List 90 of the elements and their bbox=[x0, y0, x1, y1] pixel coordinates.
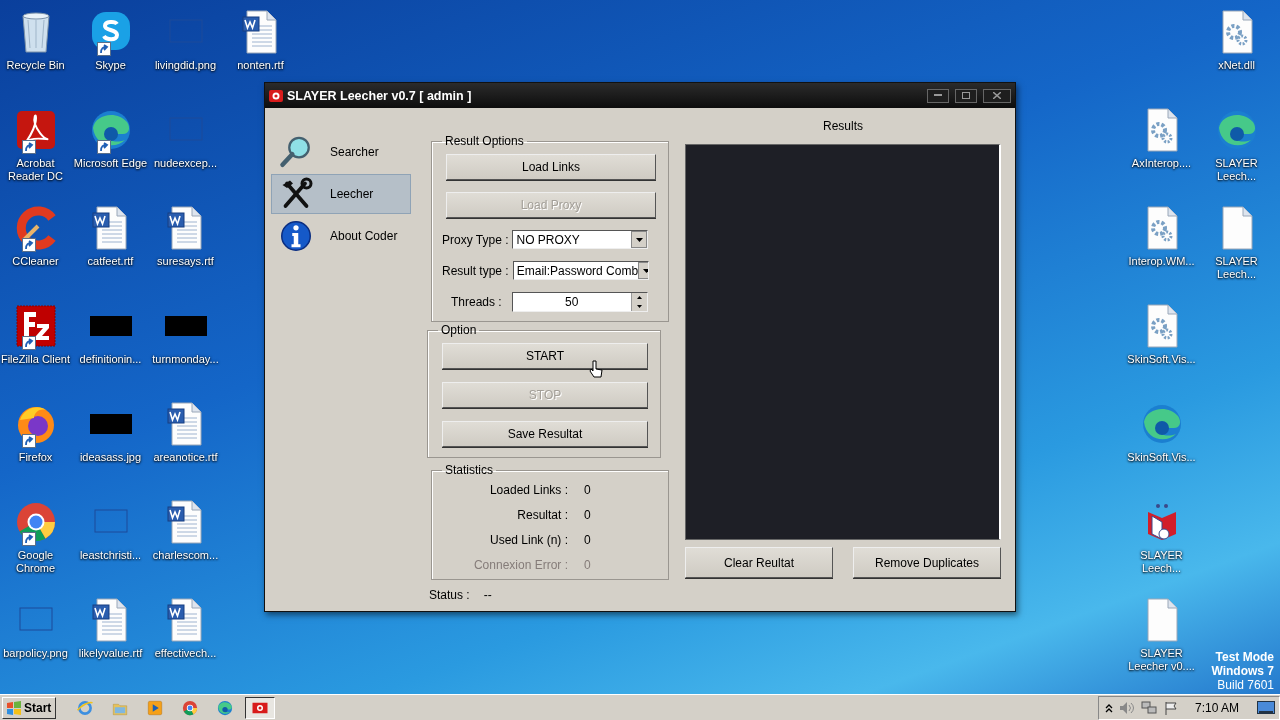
shortcut-arrow-icon bbox=[96, 42, 111, 56]
group-title: Result Options bbox=[444, 134, 525, 148]
desktop-icon-label[interactable]: nonten.rtf bbox=[237, 59, 284, 72]
os-notice-text: Windows 7 bbox=[1211, 664, 1274, 678]
shortcut-arrow-icon bbox=[21, 336, 36, 350]
desktop-icon-label[interactable]: suresays.rtf bbox=[157, 255, 214, 268]
shortcut-arrow-icon bbox=[96, 140, 111, 154]
browser-icon bbox=[216, 698, 235, 717]
minimize-icon bbox=[934, 94, 942, 97]
group-title: Option bbox=[440, 323, 478, 337]
desktop-icon-label[interactable]: Skype bbox=[95, 59, 126, 72]
group-title: Statistics bbox=[444, 463, 494, 477]
media-player-icon bbox=[146, 698, 165, 717]
number-field[interactable]: 50 bbox=[511, 292, 648, 312]
field-label: Result type : bbox=[442, 263, 509, 278]
browser-icon bbox=[181, 698, 200, 717]
stat-label: Connexion Error : bbox=[472, 557, 568, 572]
results-title: Results bbox=[822, 118, 864, 135]
dropdown[interactable]: NO PROXY bbox=[512, 230, 649, 249]
desktop-icon-label[interactable]: AxInterop.... bbox=[1131, 157, 1192, 170]
spin-up-icon[interactable] bbox=[636, 296, 642, 299]
desktop-icon-label[interactable]: charlescom... bbox=[152, 549, 219, 562]
stat-label: Resultat : bbox=[516, 507, 568, 522]
stat-label: Used Link (n) : bbox=[488, 532, 568, 547]
nav-item[interactable]: Leecher bbox=[271, 174, 411, 214]
shortcut-arrow-icon bbox=[21, 532, 36, 546]
stat-value: 0 bbox=[584, 557, 591, 572]
desktop-icon-label[interactable]: catfeet.rtf bbox=[87, 255, 134, 268]
maximize-icon bbox=[962, 92, 970, 99]
desktop-icon-label[interactable]: barpolicy.png bbox=[3, 647, 68, 660]
action-button[interactable]: Save Resultat bbox=[442, 421, 648, 447]
shortcut-arrow-icon bbox=[21, 238, 36, 252]
desktop-icon-label[interactable]: nudeexcep... bbox=[154, 157, 217, 170]
desktop-icon-label[interactable]: Firefox bbox=[18, 451, 53, 464]
desktop-icon-label[interactable]: ideasass.jpg bbox=[79, 451, 142, 464]
desktop-icon-label[interactable]: turnmonday... bbox=[152, 353, 219, 366]
desktop-icon-label[interactable]: definitionin... bbox=[79, 353, 142, 366]
desktop-icon-label[interactable]: Acrobat Reader DC bbox=[0, 157, 73, 183]
chevron-up-icon[interactable] bbox=[1104, 702, 1113, 713]
desktop-icon-label[interactable]: areanotice.rtf bbox=[153, 451, 218, 464]
desktop-icon-label[interactable]: livingdid.png bbox=[154, 59, 217, 72]
action-button[interactable]: Load Links bbox=[446, 154, 656, 180]
os-notice-text: Test Mode bbox=[1215, 650, 1274, 664]
action-button[interactable]: START bbox=[442, 343, 648, 369]
dropdown-arrow-icon[interactable] bbox=[642, 268, 648, 273]
desktop-icon-label[interactable]: Recycle Bin bbox=[6, 59, 65, 72]
stat-value: 0 bbox=[584, 482, 591, 497]
desktop-icon-label[interactable]: leastchristi... bbox=[79, 549, 142, 562]
network-icon[interactable] bbox=[1140, 700, 1157, 715]
desktop-icon-label[interactable]: Google Chrome bbox=[0, 549, 73, 575]
stat-value: 0 bbox=[584, 532, 591, 547]
desktop-icon-label[interactable]: Microsoft Edge bbox=[73, 157, 148, 170]
field-label: Threads : bbox=[451, 295, 502, 309]
nav-item[interactable]: Searcher bbox=[271, 132, 411, 172]
minimize-button[interactable] bbox=[927, 88, 949, 103]
spin-down-icon[interactable] bbox=[636, 305, 642, 308]
desktop-icon-label[interactable]: CCleaner bbox=[12, 255, 59, 268]
hand-cursor-icon bbox=[589, 360, 603, 380]
taskbar-app-button[interactable] bbox=[245, 696, 276, 719]
desktop-icon-label[interactable]: SLAYER Leech... bbox=[1199, 255, 1274, 281]
stat-value: 0 bbox=[584, 507, 591, 522]
field-label: Proxy Type : bbox=[442, 232, 509, 247]
nav-item[interactable]: About Coder bbox=[271, 216, 411, 256]
close-icon bbox=[993, 92, 1001, 99]
desktop-icon-label[interactable]: xNet.dll bbox=[1218, 59, 1255, 72]
windows-logo-icon bbox=[6, 700, 22, 715]
dropdown[interactable]: Email:Password Comb bbox=[512, 261, 649, 280]
info-icon bbox=[278, 218, 314, 254]
start-button[interactable]: Start bbox=[2, 696, 57, 719]
maximize-button[interactable] bbox=[955, 88, 977, 103]
flag-icon[interactable] bbox=[1162, 700, 1179, 715]
action-button[interactable]: Remove Duplicates bbox=[853, 547, 1001, 578]
desktop-icon-label[interactable]: likelyvalue.rtf bbox=[78, 647, 143, 660]
show-desktop-icon[interactable] bbox=[1257, 700, 1275, 715]
desktop-icon-label[interactable]: FileZilla Client bbox=[0, 353, 71, 366]
shortcut-arrow-icon bbox=[21, 140, 36, 154]
clock[interactable]: 7:10 AM bbox=[1194, 700, 1239, 715]
status-label: Status : bbox=[429, 588, 470, 602]
stat-label: Loaded Links : bbox=[488, 482, 568, 497]
window-title: SLAYER Leecher v0.7 [ admin ] bbox=[287, 88, 473, 103]
desktop-icon-label[interactable]: effectivech... bbox=[154, 647, 217, 660]
dropdown-arrow-icon[interactable] bbox=[636, 237, 643, 242]
shortcut-arrow-icon bbox=[21, 434, 36, 448]
status-value: -- bbox=[483, 588, 492, 602]
desktop-icon-label[interactable]: Interop.WM... bbox=[1128, 255, 1195, 268]
os-notice-text: Build 7601 bbox=[1217, 678, 1274, 692]
browser-icon bbox=[76, 698, 95, 717]
close-button[interactable] bbox=[983, 88, 1011, 103]
action-button[interactable]: Clear Reultat bbox=[685, 547, 833, 578]
desktop-icon-label[interactable]: SLAYER Leech... bbox=[1199, 157, 1274, 183]
